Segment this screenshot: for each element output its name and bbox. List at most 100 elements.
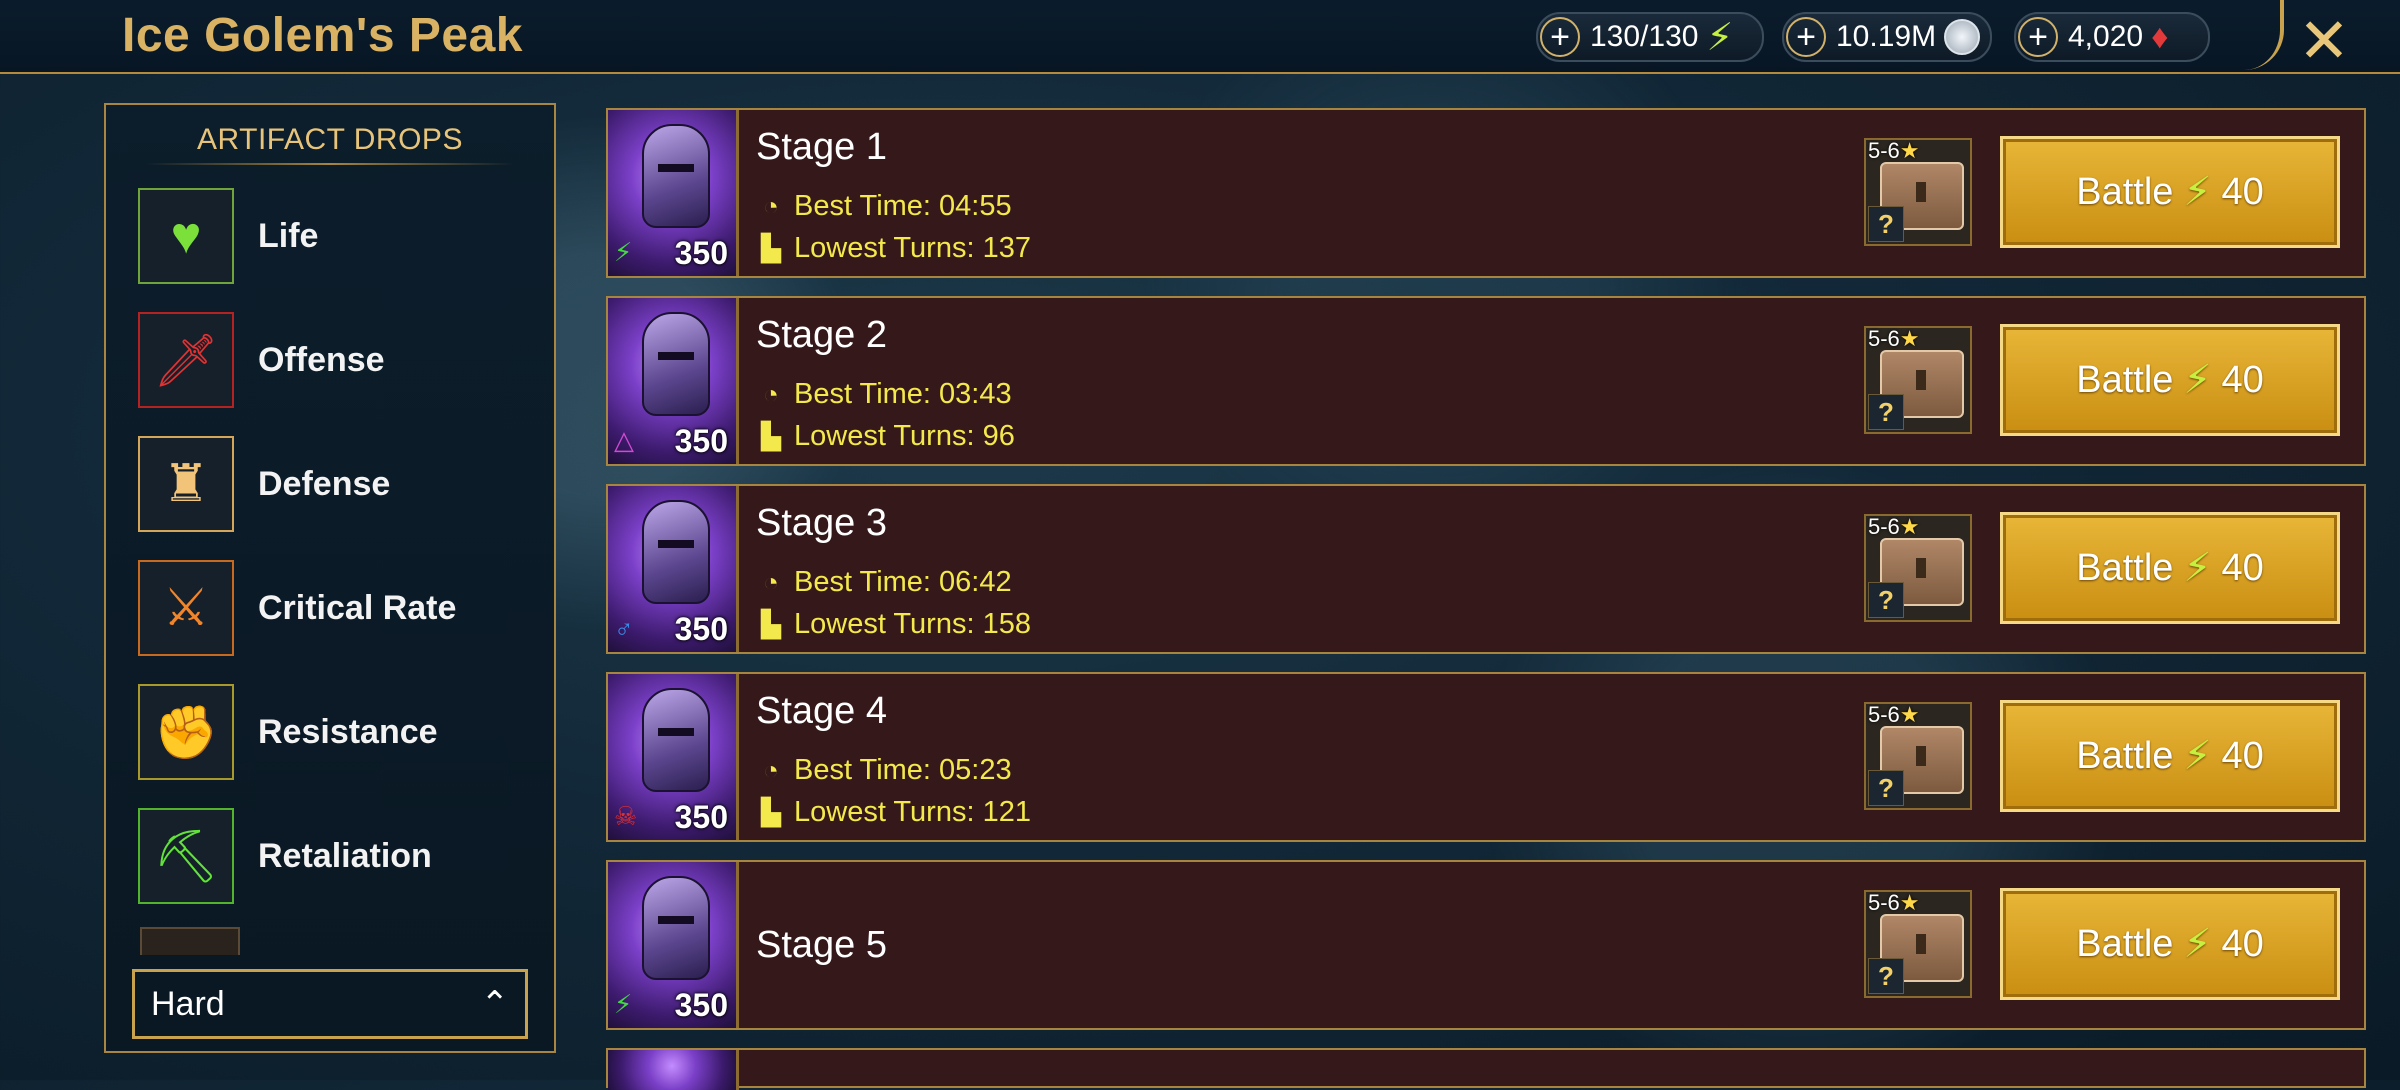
stage-row[interactable]: ☠ 350 Stage 4 ◔ Best Time: 05:23 ▙ Lowes… [606,672,2366,842]
best-time-text: Best Time: 05:23 [794,754,1012,786]
best-time: ◔ Best Time: 03:43 [756,378,1011,411]
star-icon: ★ [1899,702,1920,727]
artifact-set-retaliation[interactable]: ⛏ Retaliation [138,806,432,906]
reward-chest[interactable]: 5-6★ ? [1864,702,1972,810]
boss-portrait: ⚡ 350 [608,110,739,276]
battle-cost: 40 [2221,358,2264,401]
battle-label: Battle [2076,734,2174,777]
stage-row[interactable]: ⚡ 350 Stage 1 ◔ Best Time: 04:55 ▙ Lowes… [606,108,2366,278]
artifact-set-label: Defense [258,464,391,503]
gems-counter: + 4,020 ♦ [2014,12,2210,62]
heart-icon: ♥ [138,188,234,284]
artifact-set-partial [140,927,240,955]
difficulty-select[interactable]: Hard ⌃ [132,969,528,1039]
boss-energy-value: 350 [674,423,728,459]
boss-helmet-image [642,312,710,416]
stage-row[interactable]: ⚡ 350 Stage 5 5-6★ ? Battle ⚡ 40 [606,860,2366,1030]
artifact-set-resistance[interactable]: ✊ Resistance [138,682,438,782]
stage-name: Stage 1 [756,126,887,168]
stage-row[interactable]: △ 350 Stage 2 ◔ Best Time: 03:43 ▙ Lowes… [606,296,2366,466]
reward-chest[interactable]: 5-6★ ? [1864,326,1972,434]
unknown-reward-icon: ? [1868,958,1904,994]
clock-icon: ◔ [763,567,779,597]
lightning-icon: ⚡ [2183,170,2212,214]
lowest-turns-text: Lowest Turns: 96 [794,420,1015,452]
add-gems-button[interactable]: + [2018,17,2058,57]
boss-portrait: ♂ 350 [608,486,739,652]
boss-energy-value: 350 [674,611,728,647]
best-time: ◔ Best Time: 04:55 [756,190,1011,223]
boot-icon: ▙ [761,421,781,451]
lightning-icon: ⚡ [2183,922,2212,966]
battle-cost: 40 [2221,922,2264,965]
unknown-reward-icon: ? [1868,206,1904,242]
battle-button[interactable]: Battle ⚡ 40 [2000,700,2340,812]
artifact-set-life[interactable]: ♥ Life [138,186,318,286]
add-energy-button[interactable]: + [1540,17,1580,57]
boss-portrait: △ 350 [608,298,739,464]
reward-rarity: 5-6★ [1868,702,1920,727]
star-icon: ★ [1899,326,1920,351]
battle-button[interactable]: Battle ⚡ 40 [2000,324,2340,436]
reward-rarity: 5-6★ [1868,326,1920,351]
battle-button[interactable]: Battle ⚡ 40 [2000,136,2340,248]
unknown-reward-icon: ? [1868,394,1904,430]
difficulty-value: Hard [151,984,225,1023]
best-time: ◔ Best Time: 05:23 [756,754,1012,787]
add-silver-button[interactable]: + [1786,17,1826,57]
boss-portrait [608,1050,739,1090]
reward-rarity: 5-6★ [1868,890,1920,915]
battle-cost: 40 [2221,170,2264,213]
fist-icon: ✊ [138,684,234,780]
stage-row-partial[interactable] [606,1048,2366,1090]
artifact-set-label: Offense [258,340,385,379]
reward-chest[interactable]: 5-6★ ? [1864,890,1972,998]
lowest-turns-text: Lowest Turns: 121 [794,796,1031,828]
reward-chest[interactable]: 5-6★ ? [1864,138,1972,246]
battle-label: Battle [2076,358,2174,401]
close-button[interactable]: ✕ [2298,4,2350,77]
lowest-turns-text: Lowest Turns: 137 [794,232,1031,264]
artifact-set-offense[interactable]: 🗡 Offense [138,310,385,410]
header-ornament [2220,0,2284,70]
page-title: Ice Golem's Peak [122,9,523,62]
artifact-set-defense[interactable]: ♜ Defense [138,434,390,534]
artifact-set-label: Retaliation [258,836,432,875]
unknown-reward-icon: ? [1868,582,1904,618]
boot-icon: ▙ [761,797,781,827]
silver-value: 10.19M [1836,20,1937,53]
boss-energy-value: 350 [674,987,728,1023]
reward-chest[interactable]: 5-6★ ? [1864,514,1972,622]
stage-name: Stage 3 [756,502,887,544]
star-icon: ★ [1899,138,1920,163]
silver-coin-icon [1944,19,1981,55]
best-time: ◔ Best Time: 06:42 [756,566,1011,599]
affinity-icon: △ [614,425,634,455]
clock-icon: ◔ [763,755,779,785]
sword-icon: 🗡 [138,312,234,408]
clock-icon: ◔ [763,191,779,221]
boss-helmet-image [642,124,710,228]
chevron-up-icon: ⌃ [480,985,510,1023]
star-icon: ★ [1899,890,1920,915]
artifact-drops-heading: ARTIFACT DROPS [197,123,463,156]
battle-button[interactable]: Battle ⚡ 40 [2000,888,2340,1000]
clock-icon: ◔ [763,379,779,409]
heading-divider [146,163,514,165]
boot-icon: ▙ [761,609,781,639]
artifact-set-critical-rate[interactable]: ⚔ Critical Rate [138,558,456,658]
boss-energy-value: 350 [674,235,728,271]
battle-button[interactable]: Battle ⚡ 40 [2000,512,2340,624]
boss-helmet-image [642,876,710,980]
boss-helmet-image [642,688,710,792]
battle-cost: 40 [2221,734,2264,777]
top-bar: Ice Golem's Peak + 130/130 ⚡ + 10.19M + … [0,0,2400,77]
gems-value: 4,020 [2068,20,2144,53]
lowest-turns: ▙ Lowest Turns: 158 [756,608,1031,641]
battle-cost: 40 [2221,546,2264,589]
artifact-drops-panel: ARTIFACT DROPS ♥ Life 🗡 Offense ♜ Defens… [104,103,556,1053]
lowest-turns: ▙ Lowest Turns: 96 [756,420,1015,453]
affinity-icon: ♂ [614,613,634,643]
lightning-icon: ⚡ [2183,358,2212,402]
stage-row[interactable]: ♂ 350 Stage 3 ◔ Best Time: 06:42 ▙ Lowes… [606,484,2366,654]
